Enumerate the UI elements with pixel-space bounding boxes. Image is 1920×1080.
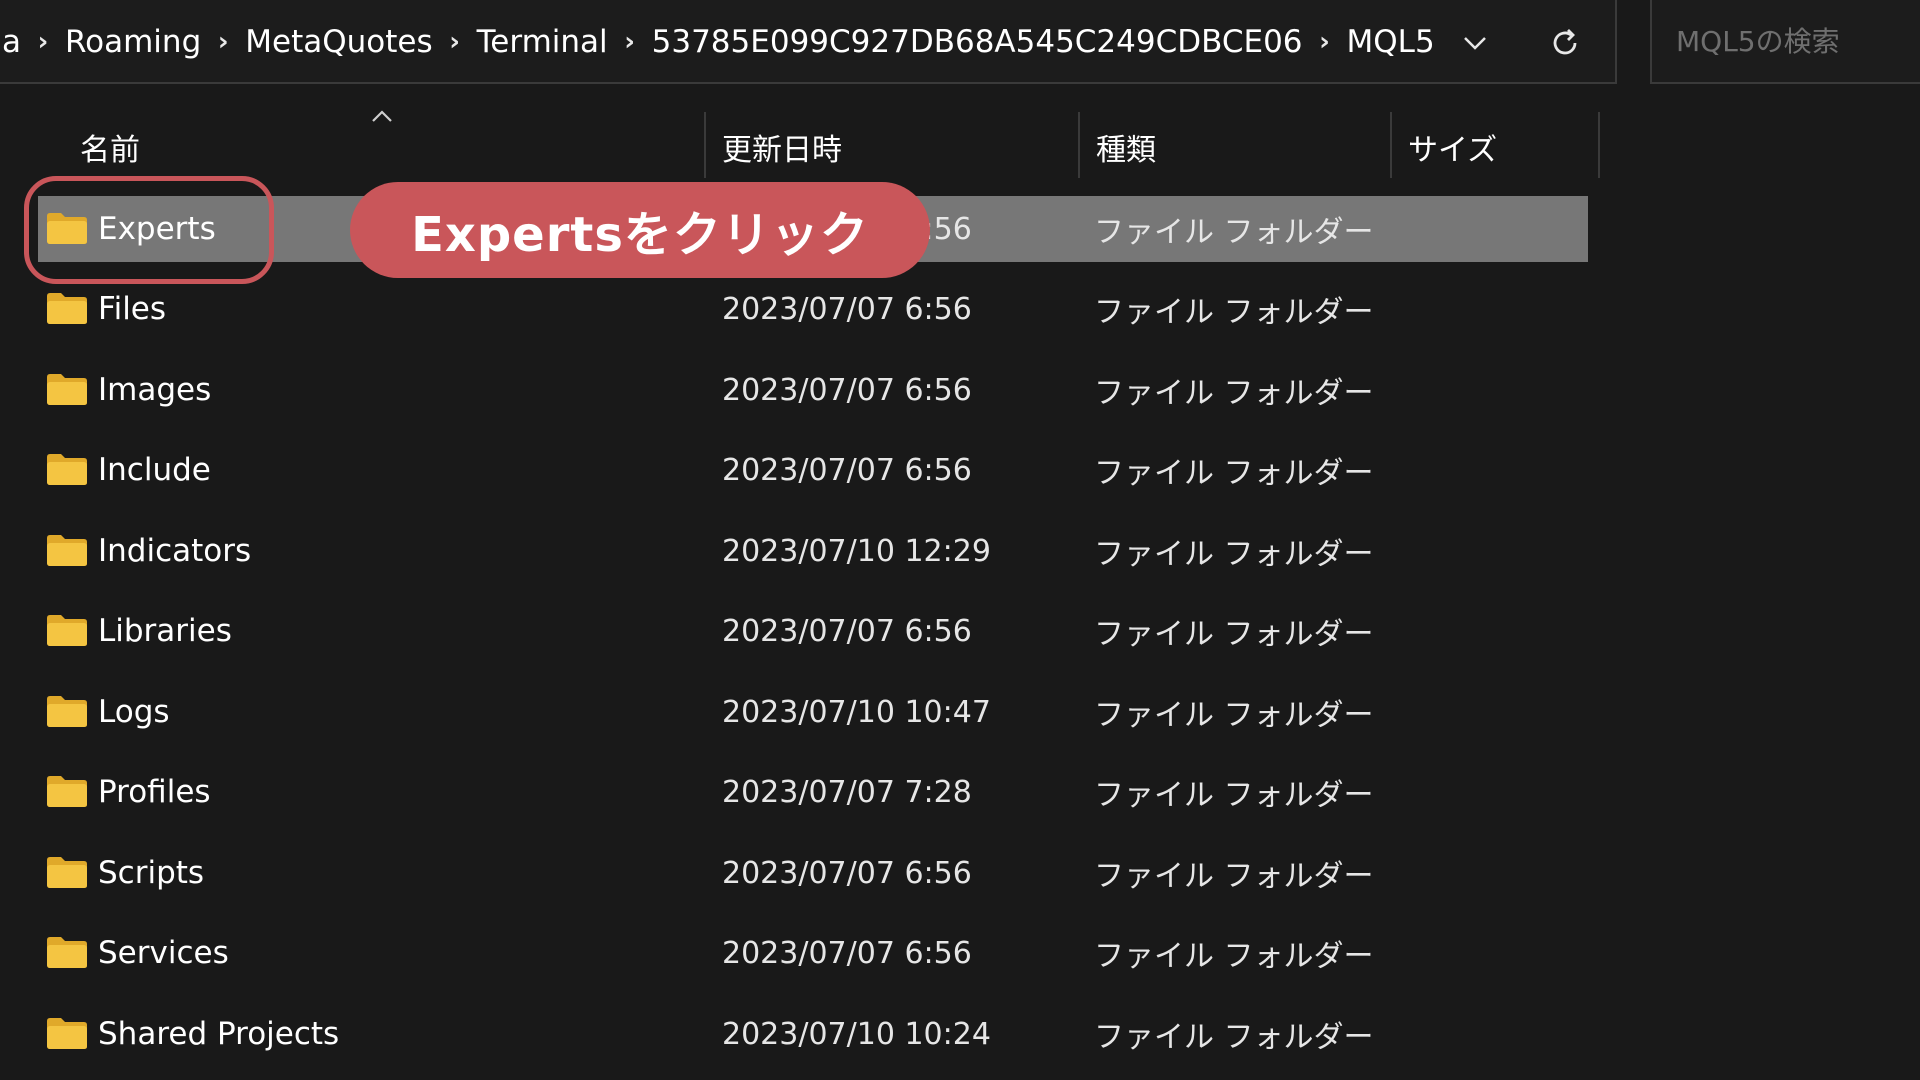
column-header-type-label: 種類 [1096,133,1156,168]
list-item[interactable]: Libraries 2023/07/07 6:56 ファイル フォルダー [38,598,1588,664]
breadcrumb-item-appdata[interactable]: a [0,24,23,60]
folder-icon [47,535,87,566]
folder-icon [47,1018,87,1049]
file-name: Images [98,372,212,408]
folder-icon [47,293,87,324]
file-modified: 2023/07/07 6:56 [722,935,972,971]
file-type: ファイル フォルダー [1094,537,1374,572]
address-bar[interactable]: a › Roaming › MetaQuotes › Terminal › 53… [0,0,1617,84]
list-item[interactable]: Logs 2023/07/10 10:47 ファイル フォルダー [38,679,1588,745]
file-type: ファイル フォルダー [1094,698,1374,733]
file-modified: 2023/07/07 6:56 [722,452,972,488]
list-item[interactable]: Include 2023/07/07 6:56 ファイル フォルダー [38,437,1588,503]
file-type: ファイル フォルダー [1094,376,1374,411]
file-name: Include [98,452,211,488]
breadcrumb-item-mql5[interactable]: MQL5 [1345,24,1437,60]
list-item[interactable]: Services 2023/07/07 6:56 ファイル フォルダー [38,920,1588,986]
column-header-name-label: 名前 [80,133,140,168]
file-type: ファイル フォルダー [1094,215,1374,250]
file-name: Logs [98,694,170,730]
file-type: ファイル フォルダー [1094,939,1374,974]
file-name: Indicators [98,533,252,569]
column-divider[interactable] [1598,112,1600,178]
address-history-dropdown[interactable] [1450,18,1500,68]
chevron-right-icon[interactable]: › [435,27,475,57]
refresh-button[interactable] [1540,18,1590,68]
column-header-size[interactable]: サイズ [1408,112,1588,182]
refresh-icon [1553,29,1577,55]
chevron-right-icon[interactable]: › [203,27,243,57]
list-item[interactable]: Files 2023/07/07 6:56 ファイル フォルダー [38,276,1588,342]
chevron-right-icon[interactable]: › [1305,27,1345,57]
file-modified: 2023/07/07 6:56 [722,613,972,649]
column-header: 名前 更新日時 種類 サイズ [0,110,1600,182]
column-divider[interactable] [1390,112,1392,178]
folder-icon [47,857,87,888]
chevron-down-icon [1464,37,1486,50]
file-type: ファイル フォルダー [1094,859,1374,894]
column-header-modified-label: 更新日時 [722,133,842,168]
file-modified: 2023/07/10 12:29 [722,533,991,569]
breadcrumb-item-roaming[interactable]: Roaming [63,24,203,60]
breadcrumb-item-terminal-id[interactable]: 53785E099C927DB68A545C249CDBCE06 [650,24,1305,60]
chevron-right-icon[interactable]: › [23,27,63,57]
folder-icon [47,454,87,485]
file-type: ファイル フォルダー [1094,617,1374,652]
breadcrumb-item-metaquotes[interactable]: MetaQuotes [243,24,434,60]
folder-icon [47,696,87,727]
file-modified: 2023/07/07 6:56 [722,372,972,408]
file-name: Libraries [98,613,232,649]
file-name: Profiles [98,774,211,810]
file-name: Shared Projects [98,1016,340,1052]
highlight-ring [24,176,274,284]
list-item[interactable]: Images 2023/07/07 6:56 ファイル フォルダー [38,357,1588,423]
breadcrumb-item-terminal[interactable]: Terminal [475,24,610,60]
column-header-modified[interactable]: 更新日時 [722,112,1072,182]
file-modified: 2023/07/07 6:56 [722,855,972,891]
file-modified: 2023/07/10 10:24 [722,1016,991,1052]
column-header-type[interactable]: 種類 [1096,112,1386,182]
file-type: ファイル フォルダー [1094,456,1374,491]
file-modified: 2023/07/07 6:56 [722,291,972,327]
file-explorer-window: a › Roaming › MetaQuotes › Terminal › 53… [0,0,1920,1080]
sort-up-icon [372,110,392,122]
file-type: ファイル フォルダー [1094,1020,1374,1055]
list-item[interactable]: Profiles 2023/07/07 7:28 ファイル フォルダー [38,759,1588,825]
list-item[interactable]: Shared Projects 2023/07/10 10:24 ファイル フォ… [38,1001,1588,1067]
file-name: Services [98,935,229,971]
folder-icon [47,937,87,968]
file-name: Scripts [98,855,205,891]
file-modified: 2023/07/07 7:28 [722,774,972,810]
column-divider[interactable] [704,112,706,178]
folder-icon [47,374,87,405]
folder-icon [47,615,87,646]
folder-icon [47,776,87,807]
search-input[interactable] [1674,23,1918,59]
chevron-right-icon[interactable]: › [610,27,650,57]
file-type: ファイル フォルダー [1094,295,1374,330]
column-header-size-label: サイズ [1408,133,1498,168]
breadcrumb: a › Roaming › MetaQuotes › Terminal › 53… [0,0,1437,84]
instruction-callout: Expertsをクリック [350,182,930,278]
file-type: ファイル フォルダー [1094,778,1374,813]
column-divider[interactable] [1078,112,1080,178]
list-item[interactable]: Indicators 2023/07/10 12:29 ファイル フォルダー [38,518,1588,584]
file-modified: 2023/07/10 10:47 [722,694,991,730]
list-item[interactable]: Scripts 2023/07/07 6:56 ファイル フォルダー [38,840,1588,906]
search-box[interactable] [1650,0,1920,84]
file-name: Files [98,291,167,327]
